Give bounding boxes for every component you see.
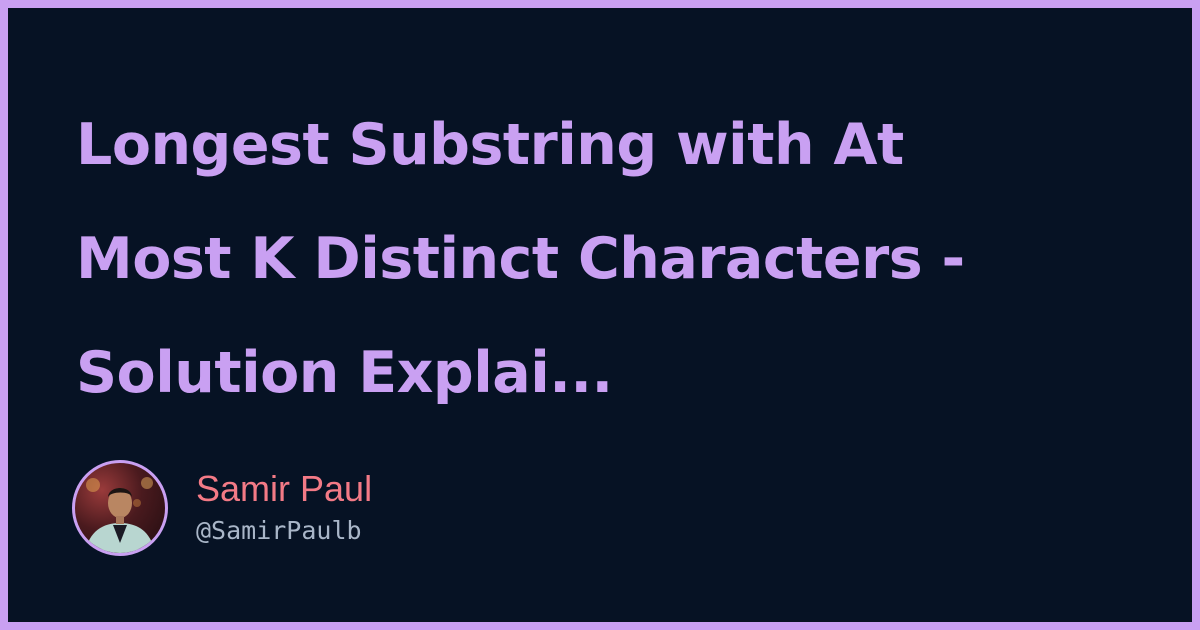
post-title: Longest Substring with At Most K Distinc… (76, 112, 965, 406)
author-handle: @SamirPaulb (196, 516, 362, 545)
author-block: Samir Paul @SamirPaulb (72, 458, 372, 558)
author-avatar (72, 460, 168, 556)
author-name: Samir Paul (196, 468, 373, 509)
avatar-photo-icon (85, 477, 155, 553)
social-card: Longest Substring with At Most K Distinc… (8, 8, 1192, 622)
